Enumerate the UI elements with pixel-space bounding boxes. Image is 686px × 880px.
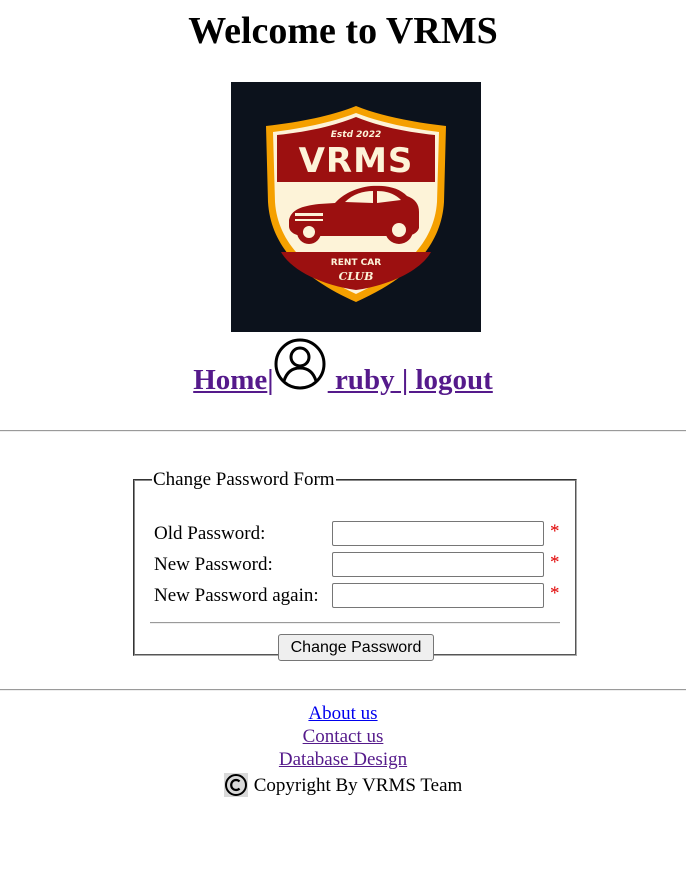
required-mark: * bbox=[550, 521, 560, 542]
divider-bottom bbox=[0, 689, 686, 691]
new-password-input[interactable] bbox=[332, 552, 544, 577]
form-legend: Change Password Form bbox=[153, 469, 335, 490]
change-password-button[interactable]: Change Password bbox=[278, 634, 434, 661]
user-logout-link[interactable]: ruby | logout bbox=[274, 338, 493, 395]
copyright-icon bbox=[223, 773, 248, 797]
about-us-link[interactable]: About us bbox=[0, 702, 686, 725]
copyright-text: Copyright By VRMS Team bbox=[253, 774, 463, 796]
required-mark: * bbox=[550, 552, 560, 573]
new-password-again-row: New Password again: * bbox=[154, 583, 574, 609]
vrms-logo: Estd 2022 VRMS RENT CAR CLUB bbox=[231, 82, 481, 332]
svg-text:Estd 2022: Estd 2022 bbox=[331, 130, 381, 140]
old-password-label: Old Password: bbox=[154, 523, 266, 544]
page-title: Welcome to VRMS bbox=[188, 10, 498, 52]
home-link[interactable]: Home bbox=[193, 366, 267, 395]
new-password-again-label: New Password again: bbox=[154, 585, 319, 606]
user-circle-icon bbox=[274, 338, 326, 390]
old-password-input[interactable] bbox=[332, 521, 544, 546]
copyright: Copyright By VRMS Team bbox=[223, 773, 463, 797]
new-password-label: New Password: bbox=[154, 554, 273, 575]
form-divider bbox=[150, 622, 560, 624]
required-mark: * bbox=[550, 583, 560, 604]
database-design-link[interactable]: Database Design bbox=[0, 748, 686, 771]
new-password-row: New Password: * bbox=[154, 552, 574, 578]
shield-logo-icon: Estd 2022 VRMS RENT CAR CLUB bbox=[266, 106, 446, 302]
new-password-again-input[interactable] bbox=[332, 583, 544, 608]
old-password-row: Old Password: * bbox=[154, 521, 574, 547]
user-logout-label[interactable]: ruby | logout bbox=[328, 366, 493, 395]
svg-text:CLUB: CLUB bbox=[339, 270, 374, 283]
divider-top bbox=[0, 430, 686, 432]
change-password-form: Change Password Form Old Password: * New… bbox=[133, 469, 577, 661]
svg-text:RENT CAR: RENT CAR bbox=[331, 258, 381, 268]
svg-text:VRMS: VRMS bbox=[299, 141, 414, 181]
contact-us-link[interactable]: Contact us bbox=[0, 725, 686, 748]
footer: About us Contact us Database Design Copy… bbox=[0, 702, 686, 803]
top-nav: Home | ruby | logout bbox=[0, 334, 686, 396]
